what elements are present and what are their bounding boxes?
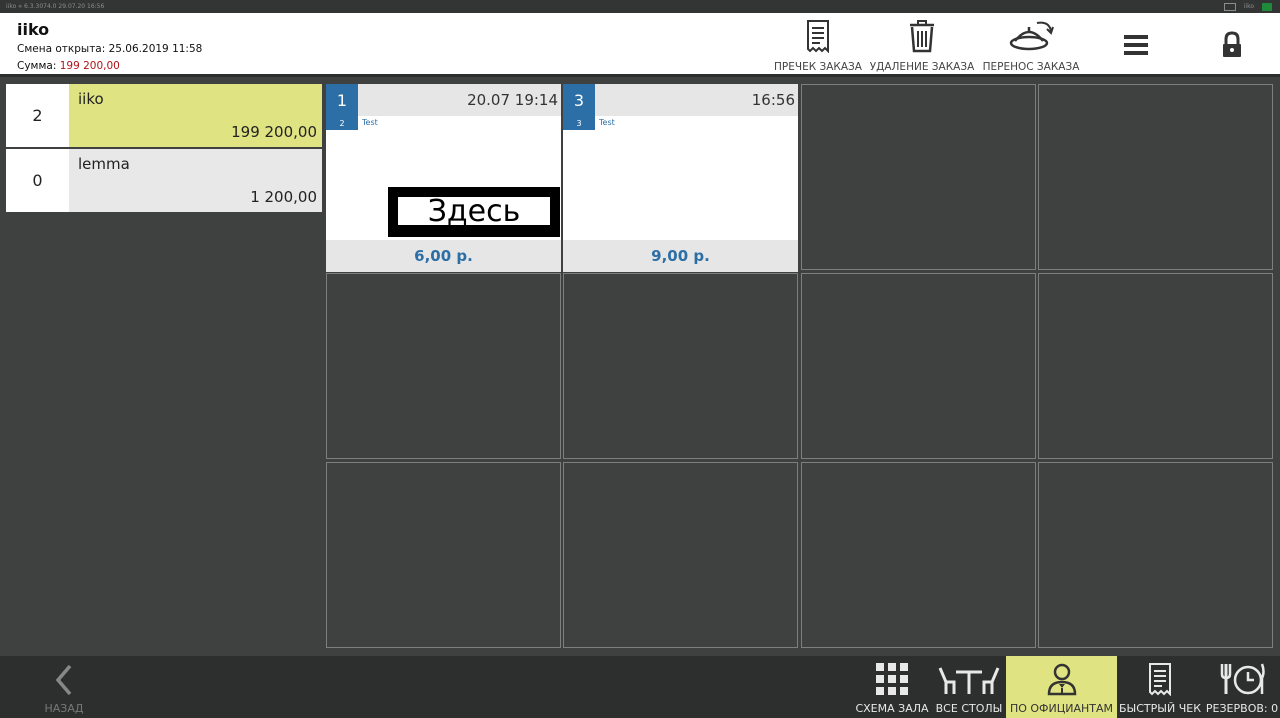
sum-value: 199 200,00 (59, 60, 120, 72)
footer-toolbar: НАЗАД СХЕМА ЗАЛА ВСЕ СТОЛЫ ПО ОФИЦИАНТАМ (0, 656, 1280, 718)
waiter-info: iiko 199 200,00 (69, 84, 322, 147)
receipt-icon (807, 20, 829, 53)
order-total: 9,00 р. (563, 240, 798, 272)
quick-check-label: БЫСТРЫЙ ЧЕК (1118, 702, 1202, 715)
lock-icon (1223, 31, 1241, 57)
waiter-icon (1047, 663, 1076, 696)
waiter-amount: 1 200,00 (250, 188, 317, 206)
empty-order-slot[interactable] (801, 273, 1036, 459)
transfer-order-label: ПЕРЕНОС ЗАКАЗА (982, 61, 1080, 73)
table-number: 3 (563, 84, 595, 116)
user-name-small: iiko (1243, 3, 1254, 10)
empty-order-slot[interactable] (801, 84, 1036, 270)
tables-chairs-icon (938, 667, 1000, 694)
menu-button[interactable] (1116, 13, 1156, 77)
guest-name: Test (599, 118, 615, 127)
waiter-order-count: 2 (6, 84, 69, 147)
order-time: 16:56 (751, 91, 795, 109)
waiter-amount: 199 200,00 (231, 123, 317, 141)
chevron-left-icon (55, 664, 72, 696)
waiter-name: lemma (78, 155, 130, 173)
trash-icon (910, 20, 934, 53)
empty-order-slot[interactable] (1038, 84, 1273, 270)
empty-order-slot[interactable] (563, 273, 798, 459)
all-tables-button[interactable]: ВСЕ СТОЛЫ (934, 656, 1004, 718)
by-waiters-label: ПО ОФИЦИАНТАМ (1009, 702, 1114, 715)
header: iiko Смена открыта: 25.06.2019 11:58 Сум… (0, 13, 1280, 77)
delete-order-label: УДАЛЕНИЕ ЗАКАЗА (869, 61, 975, 73)
order-time: 20.07 19:14 (467, 91, 558, 109)
shift-sum: Сумма: 199 200,00 (17, 60, 120, 72)
empty-order-slot[interactable] (1038, 462, 1273, 648)
guest-number: 3 (563, 116, 595, 130)
cutlery-clock-icon (1220, 663, 1265, 695)
empty-order-slot[interactable] (563, 462, 798, 648)
guest-number: 2 (326, 116, 358, 130)
delete-order-button[interactable]: УДАЛЕНИЕ ЗАКАЗА (870, 13, 974, 77)
annotation-text: Здесь (398, 194, 550, 229)
quick-check-button[interactable]: БЫСТРЫЙ ЧЕК (1118, 656, 1202, 718)
waiter-row[interactable]: 0 lemma 1 200,00 (6, 149, 322, 212)
lock-button[interactable] (1212, 13, 1252, 77)
back-button[interactable]: НАЗАД (38, 656, 90, 718)
waiter-info: lemma 1 200,00 (69, 149, 322, 212)
by-waiters-button[interactable]: ПО ОФИЦИАНТАМ (1006, 656, 1117, 718)
mail-icon[interactable] (1223, 2, 1236, 11)
hamburger-menu-icon (1124, 35, 1148, 55)
order-total: 6,00 р. (326, 240, 561, 272)
order-card[interactable]: 3 16:56 3 Test 9,00 р. (563, 84, 798, 272)
receipt-icon (1149, 663, 1171, 696)
back-label: НАЗАД (44, 702, 84, 715)
page-title: iiko (17, 20, 50, 39)
table-number: 1 (326, 84, 358, 116)
empty-order-slot[interactable] (326, 273, 561, 459)
waiter-order-count: 0 (6, 149, 69, 212)
sum-label: Сумма: (17, 60, 60, 72)
transfer-order-button[interactable]: ПЕРЕНОС ЗАКАЗА (982, 13, 1080, 77)
reservations-button[interactable]: РЕЗЕРВОВ: 0 (1206, 656, 1278, 718)
empty-order-slot[interactable] (1038, 273, 1273, 459)
waiter-row[interactable]: 2 iiko 199 200,00 (6, 84, 322, 147)
order-card[interactable]: 1 20.07 19:14 2 Test 6,00 р. (326, 84, 561, 272)
transfer-dish-icon (1009, 21, 1054, 51)
grid-icon (876, 663, 908, 695)
connection-status-icon (1262, 2, 1272, 11)
empty-order-slot[interactable] (326, 462, 561, 648)
reservations-label: РЕЗЕРВОВ: 0 (1205, 702, 1279, 715)
shift-status: Смена открыта: 25.06.2019 11:58 (17, 43, 203, 55)
hall-scheme-button[interactable]: СХЕМА ЗАЛА (854, 656, 930, 718)
empty-order-slot[interactable] (801, 462, 1036, 648)
precheck-label: ПРЕЧЕК ЗАКАЗА (774, 61, 862, 73)
hall-scheme-label: СХЕМА ЗАЛА (855, 702, 929, 715)
guest-name: Test (362, 118, 378, 127)
annotation-box: Здесь (388, 187, 560, 237)
waiter-name: iiko (78, 90, 104, 108)
system-version-text: iiko ⟡ 6.3.3074.0 29.07.20 16:56 (6, 3, 105, 10)
precheck-button[interactable]: ПРЕЧЕК ЗАКАЗА (774, 13, 862, 77)
system-tray: iiko (1223, 0, 1272, 13)
system-status-bar: iiko ⟡ 6.3.3074.0 29.07.20 16:56 iiko (0, 0, 1280, 13)
all-tables-label: ВСЕ СТОЛЫ (935, 702, 1003, 715)
